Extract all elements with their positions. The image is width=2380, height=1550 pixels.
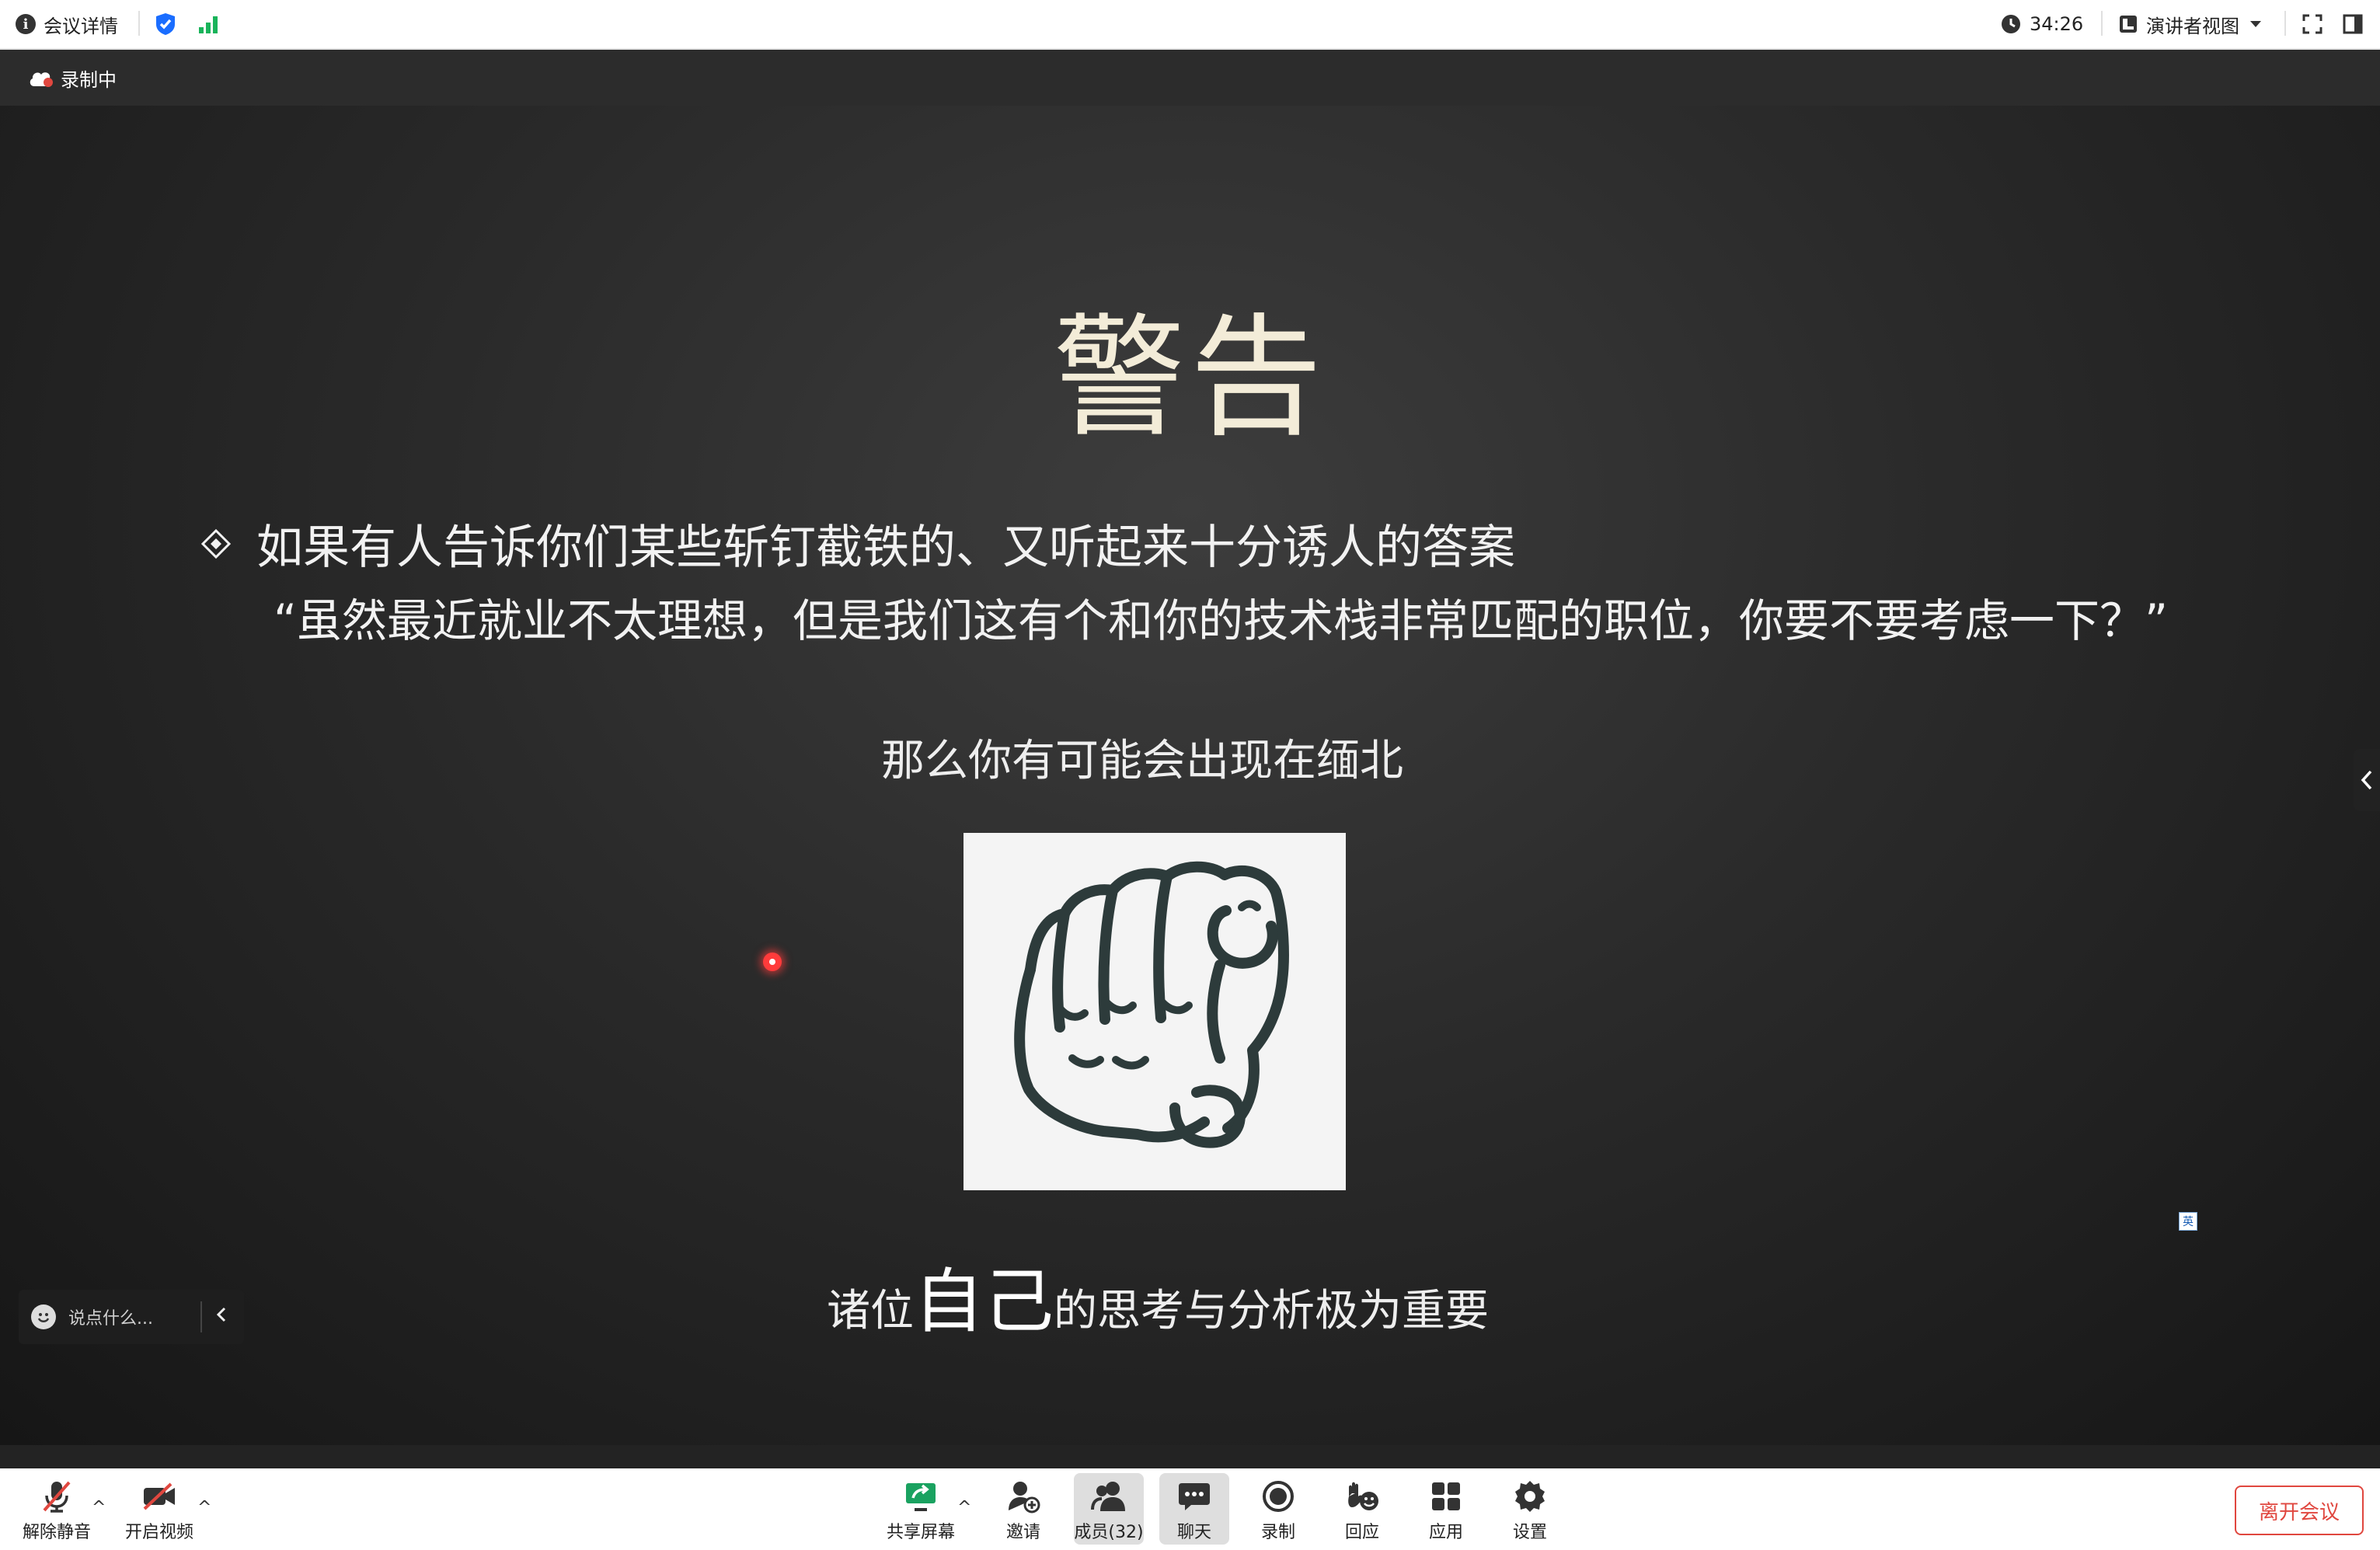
video-off-icon: [141, 1478, 178, 1515]
members-icon: [1090, 1478, 1127, 1515]
diamond-bullet-icon: [200, 528, 232, 559]
quick-chat-input[interactable]: 说点什么...: [19, 1290, 244, 1344]
divider: [2101, 11, 2103, 36]
share-screen-icon: [902, 1478, 939, 1515]
stage-bottom-strip: [0, 1445, 2380, 1468]
meeting-info-button[interactable]: i 会议详情: [16, 0, 118, 48]
timer-text: 34:26: [2030, 13, 2084, 35]
meeting-timer: 34:26: [2000, 0, 2083, 48]
slide-title: 警告: [1053, 301, 1327, 455]
apps-label: 应用: [1428, 1523, 1463, 1542]
share-options-chevron-icon[interactable]: ^: [957, 1498, 971, 1517]
view-mode-label: 演讲者视图: [2146, 15, 2239, 37]
info-icon: i: [16, 14, 36, 34]
slide-quote-text: “虽然最近就业不太理想，但是我们这有个和你的技术栈非常匹配的职位，你要不要考虑一…: [274, 594, 2169, 647]
react-button[interactable]: 回应: [1327, 1473, 1397, 1545]
chat-bubble-icon: [1176, 1478, 1213, 1515]
slide-conclusion: 诸位自己的思考与分析极为重要: [0, 1245, 2316, 1346]
sidebar-toggle-button[interactable]: [2342, 0, 2364, 48]
security-shield-icon[interactable]: [154, 0, 177, 48]
recording-bar: 录制中: [0, 50, 2380, 106]
chevron-left-icon: [2361, 770, 2372, 790]
members-label: 成员(32): [1074, 1523, 1144, 1542]
fullscreen-icon: [2302, 14, 2323, 34]
unmute-label: 解除静音: [22, 1523, 91, 1542]
divider: [2284, 11, 2286, 36]
meeting-info-label: 会议详情: [44, 15, 118, 37]
apps-grid-icon: [1427, 1478, 1465, 1515]
invite-button[interactable]: 邀请: [988, 1473, 1058, 1545]
members-button[interactable]: 成员(32): [1074, 1473, 1144, 1545]
recording-indicator[interactable]: 录制中: [28, 50, 117, 106]
react-label: 回应: [1344, 1523, 1379, 1542]
laser-pointer: [763, 953, 782, 971]
apps-button[interactable]: 应用: [1411, 1473, 1481, 1545]
conclusion-emphasis: 自己: [914, 1261, 1054, 1343]
ime-indicator: 英: [2179, 1212, 2197, 1231]
add-person-icon: [1005, 1478, 1042, 1515]
recording-label: 录制中: [61, 68, 117, 91]
meeting-toolbar: 解除静音 ^ 开启视频 ^ 共享屏幕 ^ 邀请 成员(32) 聊天 录制 回应 …: [0, 1468, 2380, 1550]
divider: [200, 1301, 202, 1332]
conclusion-suffix: 的思考与分析极为重要: [1054, 1286, 1489, 1336]
settings-label: 设置: [1512, 1523, 1547, 1542]
chat-button[interactable]: 聊天: [1159, 1473, 1229, 1545]
audio-options-chevron-icon[interactable]: ^: [92, 1498, 106, 1517]
title-bar: i 会议详情 34:26 演讲者视图: [0, 0, 2380, 50]
chat-label: 聊天: [1176, 1523, 1211, 1542]
speaker-view-icon: [2120, 16, 2137, 33]
start-video-button[interactable]: 开启视频: [124, 1473, 194, 1545]
raise-hand-emoji-icon: [1343, 1478, 1381, 1515]
chevron-down-icon: [2250, 21, 2261, 27]
muted-mic-icon: [38, 1478, 75, 1515]
view-mode-dropdown[interactable]: 演讲者视图: [2118, 0, 2263, 48]
panel-layout-icon: [2343, 14, 2363, 34]
start-video-label: 开启视频: [124, 1523, 193, 1542]
share-screen-button[interactable]: 共享屏幕: [886, 1473, 956, 1545]
shared-screen: 警告 如果有人告诉你们某些斩钉截铁的、又听起来十分诱人的答案 “虽然最近就业不太…: [0, 106, 2380, 1445]
leave-meeting-button[interactable]: 离开会议: [2235, 1486, 2364, 1535]
record-label: 录制: [1260, 1523, 1295, 1542]
collapse-chat-icon[interactable]: [216, 1305, 227, 1329]
invite-label: 邀请: [1005, 1523, 1040, 1542]
gear-icon: [1511, 1478, 1549, 1515]
share-screen-label: 共享屏幕: [886, 1523, 955, 1542]
signal-strength-icon[interactable]: [197, 0, 221, 48]
settings-button[interactable]: 设置: [1495, 1473, 1565, 1545]
slide-bullet-text: 如果有人告诉你们某些斩钉截铁的、又听起来十分诱人的答案: [256, 521, 1515, 575]
record-button[interactable]: 录制: [1243, 1473, 1313, 1545]
fullscreen-button[interactable]: [2302, 0, 2323, 48]
cloud-recording-icon: [30, 72, 53, 87]
chat-placeholder[interactable]: 说点什么...: [68, 1304, 153, 1329]
emoji-icon[interactable]: [31, 1304, 56, 1329]
divider: [138, 11, 140, 36]
pointing-fist-icon: [1014, 861, 1289, 1148]
clock-icon: [2002, 15, 2020, 33]
right-panel-toggle[interactable]: [2354, 749, 2380, 811]
conclusion-prefix: 诸位: [827, 1286, 914, 1336]
record-icon: [1260, 1478, 1297, 1515]
unmute-button[interactable]: 解除静音: [22, 1473, 92, 1545]
video-options-chevron-icon[interactable]: ^: [197, 1498, 211, 1517]
slide-warning-line: 那么你有可能会出现在缅北: [881, 736, 1403, 786]
pointing-fist-image: [963, 833, 1346, 1190]
